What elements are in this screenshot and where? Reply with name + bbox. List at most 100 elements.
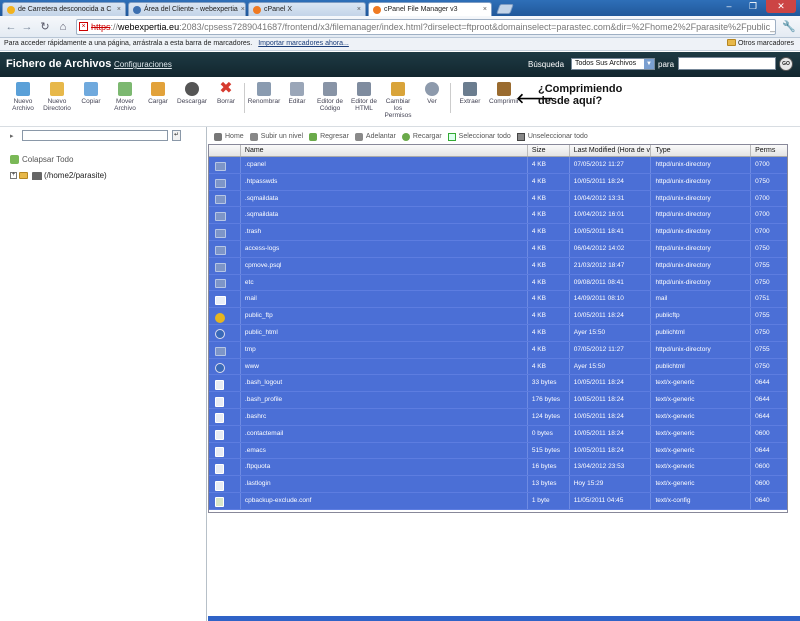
minimize-icon[interactable]: –: [718, 0, 740, 13]
file-name[interactable]: etc: [241, 274, 528, 291]
rename-button[interactable]: Renombrar: [247, 82, 281, 105]
close-icon[interactable]: ×: [354, 6, 361, 13]
new-folder-button[interactable]: Nuevo Directorio: [40, 82, 74, 112]
search-go-button[interactable]: GO: [779, 57, 793, 71]
table-row[interactable]: .bash_profile 176 bytes 10/05/2011 18:24 te…: [209, 392, 787, 409]
file-name[interactable]: .cpanel: [241, 157, 528, 173]
file-name[interactable]: .emacs: [241, 442, 528, 459]
table-row[interactable]: .trash 4 KB 10/05/2011 18:41 httpd/unix-dir…: [209, 224, 787, 241]
file-name[interactable]: .lastlogin: [241, 476, 528, 492]
new-tab-button[interactable]: [496, 4, 514, 14]
file-icon: [215, 413, 224, 424]
wrench-icon[interactable]: 🔧: [782, 20, 796, 34]
unselect-all-button[interactable]: Unseleccionar todo: [516, 132, 588, 141]
tab-area-cliente[interactable]: Área del Cliente - webexpertia ×: [128, 2, 246, 16]
table-row[interactable]: .sqmaildata 4 KB 10/04/2012 13:31 httpd/uni…: [209, 190, 787, 208]
search-scope-select[interactable]: Todos Sus Archivos ▼: [571, 58, 655, 70]
table-row[interactable]: etc 4 KB 09/08/2011 08:41 httpd/unix-direct…: [209, 274, 787, 292]
code-editor-button[interactable]: Editor de Código: [313, 82, 347, 112]
table-row[interactable]: .emacs 515 bytes 10/05/2011 18:24 text/x-ge…: [209, 442, 787, 460]
table-row[interactable]: mail 4 KB 14/09/2011 08:10 mail 0751: [209, 291, 787, 309]
table-row[interactable]: public_html 4 KB Ayer 15:50 publichtml 0750: [209, 324, 787, 342]
delete-button[interactable]: ✖ Borrar: [209, 81, 243, 106]
tree-root-node[interactable]: + (/home2/parasite): [10, 171, 107, 180]
reload-icon[interactable]: ↻: [38, 20, 52, 34]
back-arrow-icon[interactable]: ←: [4, 20, 18, 34]
address-bar[interactable]: × https://webexpertia.eu:2083/cpsess7289…: [76, 19, 776, 35]
file-name[interactable]: .bash_logout: [241, 375, 528, 392]
tab-file-manager[interactable]: cPanel File Manager v3 ×: [368, 2, 492, 16]
collapse-all-button[interactable]: Colapsar Todo: [10, 155, 73, 164]
other-bookmarks-button[interactable]: Otros marcadores: [726, 38, 794, 50]
upload-button[interactable]: Cargar: [141, 82, 175, 105]
select-all-button[interactable]: Seleccionar todo: [447, 132, 511, 141]
change-permissions-button[interactable]: Cambiar los Permisos: [381, 82, 415, 119]
forward-arrow-icon[interactable]: →: [20, 20, 34, 34]
reload-button[interactable]: Recargar: [401, 132, 442, 141]
column-header-type[interactable]: Type: [651, 145, 752, 156]
file-name[interactable]: public_html: [241, 324, 528, 341]
table-row[interactable]: .lastlogin 13 bytes Hoy 15:29 text/x-generi…: [209, 476, 787, 493]
file-name[interactable]: mail: [241, 291, 528, 308]
close-icon[interactable]: ×: [480, 6, 487, 13]
settings-link[interactable]: Configuraciones: [114, 60, 172, 69]
column-header-size[interactable]: Size: [528, 145, 570, 156]
close-icon[interactable]: ×: [238, 6, 245, 13]
table-row[interactable]: .sqmaildata 4 KB 10/04/2012 16:01 httpd/uni…: [209, 207, 787, 225]
new-file-button[interactable]: Nuevo Archivo: [6, 82, 40, 112]
table-row[interactable]: cpmove.psql 4 KB 21/03/2012 18:47 httpd/uni…: [209, 257, 787, 275]
edit-button[interactable]: Editar: [280, 82, 314, 105]
file-name[interactable]: cpmove.psql: [241, 257, 528, 274]
back-button[interactable]: Regresar: [309, 132, 349, 141]
table-row[interactable]: public_ftp 4 KB 10/05/2011 18:24 publicftp 0…: [209, 308, 787, 325]
table-row[interactable]: .ftpquota 16 bytes 13/04/2012 23:53 text/x-…: [209, 459, 787, 477]
import-bookmarks-link[interactable]: Importar marcadores ahora...: [258, 40, 349, 47]
up-level-button[interactable]: Subir un nivel: [249, 132, 303, 141]
tab-carretera[interactable]: de Carretera desconocida a C ×: [2, 2, 126, 16]
column-header-perms[interactable]: Perms: [751, 145, 787, 156]
file-name[interactable]: .trash: [241, 224, 528, 240]
extract-button[interactable]: Extraer: [453, 82, 487, 105]
table-row[interactable]: .htpasswds 4 KB 10/05/2011 18:24 httpd/unix…: [209, 173, 787, 191]
table-row[interactable]: tmp 4 KB 07/05/2012 11:27 httpd/unix-direct…: [209, 341, 787, 359]
table-row[interactable]: .bash_logout 33 bytes 10/05/2011 18:24 text…: [209, 375, 787, 393]
file-name[interactable]: www: [241, 358, 528, 375]
close-window-icon[interactable]: ✕: [766, 0, 796, 13]
maximize-icon[interactable]: ❐: [742, 0, 764, 13]
file-name[interactable]: tmp: [241, 341, 528, 358]
file-name[interactable]: cpbackup-exclude.conf: [241, 492, 528, 509]
file-name[interactable]: public_ftp: [241, 308, 528, 324]
html-editor-button[interactable]: Editor de HTML: [347, 82, 381, 112]
expand-plus-icon[interactable]: +: [10, 172, 17, 179]
file-name[interactable]: .sqmaildata: [241, 190, 528, 207]
table-row[interactable]: .cpanel 4 KB 07/05/2012 11:27 httpd/unix-di…: [209, 157, 787, 174]
file-name[interactable]: .contactemail: [241, 425, 528, 442]
table-row[interactable]: www 4 KB Ayer 15:50 publichtml 0750: [209, 358, 787, 376]
tab-cpanel-x[interactable]: cPanel X ×: [248, 2, 366, 16]
file-name[interactable]: access-logs: [241, 240, 528, 257]
home-icon[interactable]: ⌂: [56, 20, 70, 34]
view-button[interactable]: Ver: [415, 82, 449, 105]
file-name[interactable]: .ftpquota: [241, 459, 528, 476]
file-name[interactable]: .bash_profile: [241, 392, 528, 408]
file-name[interactable]: .sqmaildata: [241, 207, 528, 224]
file-modified: 10/05/2011 18:24: [570, 308, 652, 324]
column-header-name[interactable]: Name: [241, 145, 528, 156]
copy-button[interactable]: Copiar: [74, 82, 108, 105]
path-input[interactable]: [22, 130, 168, 141]
file-name[interactable]: .htpasswds: [241, 173, 528, 190]
table-row[interactable]: cpbackup-exclude.conf 1 byte 11/05/2011 04…: [209, 492, 787, 510]
search-input[interactable]: [678, 57, 776, 70]
download-button[interactable]: Descargar: [175, 82, 209, 105]
column-header-modified[interactable]: Last Modified (Hora de verano): [570, 145, 652, 156]
table-row[interactable]: .contactemail 0 bytes 10/05/2011 18:24 text…: [209, 425, 787, 443]
table-row[interactable]: .bashrc 124 bytes 10/05/2011 18:24 text/x-g…: [209, 408, 787, 426]
move-file-button[interactable]: Mover Archivo: [108, 82, 142, 112]
home-button[interactable]: Home: [214, 132, 244, 141]
file-modified: 07/05/2012 11:27: [570, 157, 652, 173]
forward-button[interactable]: Adelantar: [354, 132, 396, 141]
close-icon[interactable]: ×: [114, 6, 121, 13]
path-go-button[interactable]: ↵: [172, 130, 181, 141]
file-name[interactable]: .bashrc: [241, 408, 528, 425]
table-row[interactable]: access-logs 4 KB 06/04/2012 14:02 httpd/uni…: [209, 240, 787, 258]
